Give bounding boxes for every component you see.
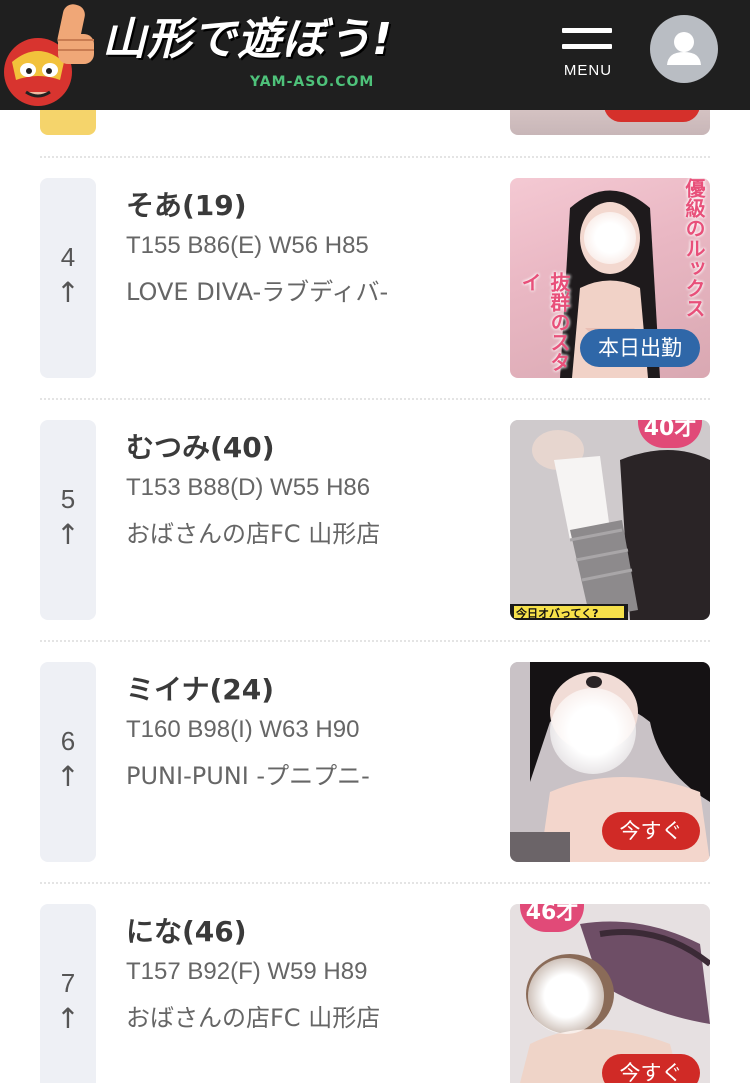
ranking-row: 5 ↑ むつみ(40) T153 B88(D) W55 H86 おばさんの店FC… <box>0 420 750 620</box>
status-badge: 今すぐ <box>602 1054 700 1083</box>
row-divider <box>40 398 710 400</box>
cast-name[interactable]: そあ(19) <box>126 184 247 224</box>
row-divider <box>40 640 710 642</box>
rank-number: 6 <box>60 726 76 756</box>
cast-name[interactable]: ミイナ(24) <box>126 668 274 708</box>
cast-name[interactable]: にな(46) <box>126 910 247 950</box>
rank-box[interactable]: 6 ↑ <box>40 662 96 862</box>
rank-up-arrow-icon: ↑ <box>56 760 80 793</box>
blur-mask <box>528 958 604 1034</box>
rank-number: 5 <box>60 484 76 514</box>
cast-photo[interactable]: 優級のルックス 抜群のスタイ 本日出勤 <box>510 178 710 378</box>
site-logo[interactable]: 山形で遊ぼう! <box>102 14 393 66</box>
blur-mask <box>584 212 636 264</box>
logo-title: 山形で遊ぼう! <box>102 14 394 65</box>
row-divider <box>40 882 710 884</box>
shop-name[interactable]: LOVE DIVA-ラブディバ- <box>126 272 388 307</box>
menu-icon-line <box>562 44 612 49</box>
menu-button[interactable]: MENU <box>556 24 620 84</box>
shop-name[interactable]: おばさんの店FC 山形店 <box>126 998 380 1033</box>
cast-name[interactable]: むつみ(40) <box>126 426 275 466</box>
status-badge: 今すぐ <box>602 812 700 850</box>
cast-photo[interactable]: 46才 今すぐ <box>510 904 710 1083</box>
cast-photo-image <box>510 420 710 620</box>
rank-number: 4 <box>60 242 76 272</box>
cast-photo[interactable]: 今すぐ <box>510 662 710 862</box>
rank-number: 7 <box>60 968 76 998</box>
photo-caption: 抜群のスタイ <box>518 272 571 372</box>
status-badge: 本日出勤 <box>580 329 700 367</box>
user-account-button[interactable] <box>650 15 718 83</box>
rank-box[interactable]: 7 ↑ <box>40 904 96 1083</box>
shop-name[interactable]: PUNI-PUNI -プニプニ- <box>126 756 370 791</box>
cast-specs: T160 B98(I) W63 H90 <box>126 716 360 743</box>
photo-caption: 優級のルックス <box>682 178 706 318</box>
logo-domain: YAM-ASO.COM <box>250 74 375 90</box>
site-header: 山形で遊ぼう! YAM-ASO.COM MENU <box>0 0 750 110</box>
cast-specs: T157 B92(F) W59 H89 <box>126 958 368 985</box>
user-icon <box>667 32 701 65</box>
row-divider <box>40 156 710 158</box>
rank-up-arrow-icon: ↑ <box>56 276 80 309</box>
rank-box[interactable]: 5 ↑ <box>40 420 96 620</box>
menu-label: MENU <box>563 62 613 79</box>
ranking-row: 6 ↑ ミイナ(24) T160 B98(I) W63 H90 PUNI-PUN… <box>0 662 750 862</box>
photo-caption: 今日オバってく? <box>516 607 599 620</box>
rank-up-arrow-icon: ↑ <box>56 518 80 551</box>
menu-icon-line <box>562 28 612 33</box>
cast-photo[interactable]: 40才 今日オバってく? <box>510 420 710 620</box>
mascot-logo-image[interactable] <box>0 0 100 110</box>
shop-name[interactable]: おばさんの店FC 山形店 <box>126 514 380 549</box>
rank-box[interactable]: 4 ↑ <box>40 178 96 378</box>
blur-mask <box>550 688 636 774</box>
ranking-row: 7 ↑ にな(46) T157 B92(F) W59 H89 おばさんの店FC … <box>0 904 750 1083</box>
rank-up-arrow-icon: ↑ <box>56 1002 80 1035</box>
cast-specs: T153 B88(D) W55 H86 <box>126 474 371 501</box>
ranking-row: 4 ↑ そあ(19) T155 B86(E) W56 H85 LOVE DIVA… <box>0 178 750 378</box>
cast-specs: T155 B86(E) W56 H85 <box>126 232 369 259</box>
